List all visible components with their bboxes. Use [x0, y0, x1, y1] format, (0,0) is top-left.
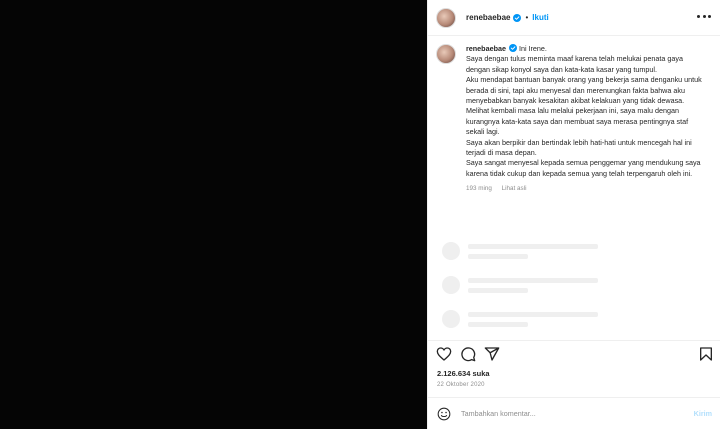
- post-panel: renebaebae • Ikuti renebaebae Ini Irene.…: [427, 0, 720, 429]
- post-comment-button[interactable]: Kirim: [694, 409, 712, 418]
- avatar[interactable]: [436, 7, 456, 28]
- share-icon[interactable]: [484, 346, 500, 362]
- caption-meta: 193 ming Lihat asli: [466, 185, 706, 192]
- verified-badge-icon: [513, 13, 522, 22]
- post-date: 22 Oktober 2020: [437, 382, 485, 388]
- comment-loading-placeholder: [442, 242, 702, 260]
- caption-body: renebaebae Ini Irene. Saya dengan tulus …: [466, 44, 706, 192]
- post-age[interactable]: 193 ming: [466, 185, 492, 192]
- comment-loading-placeholder: [442, 276, 702, 294]
- heart-icon[interactable]: [436, 346, 452, 362]
- header-username[interactable]: renebaebae: [466, 13, 510, 22]
- emoji-icon[interactable]: [437, 407, 451, 421]
- separator-dot: •: [525, 13, 529, 22]
- more-options-icon[interactable]: [697, 13, 711, 19]
- like-count[interactable]: 2.126.634 suka: [437, 369, 490, 378]
- caption-avatar[interactable]: [436, 44, 456, 64]
- caption-text: renebaebae Ini Irene. Saya dengan tulus …: [466, 44, 706, 179]
- comment-icon[interactable]: [460, 346, 476, 362]
- verified-badge-icon: [508, 44, 517, 52]
- comment-bar: Kirim: [428, 397, 720, 429]
- caption: renebaebae Ini Irene. Saya dengan tulus …: [436, 44, 713, 192]
- caption-username[interactable]: renebaebae: [466, 44, 506, 53]
- comment-loading-placeholder: [442, 310, 702, 328]
- post-media[interactable]: [0, 0, 427, 429]
- post-header: renebaebae • Ikuti: [428, 0, 720, 36]
- see-original-link[interactable]: Lihat asli: [502, 185, 527, 192]
- bookmark-icon[interactable]: [698, 346, 714, 362]
- caption-message: Ini Irene. Saya dengan tulus meminta maa…: [466, 44, 702, 178]
- follow-button[interactable]: Ikuti: [532, 13, 548, 22]
- comment-input[interactable]: [461, 409, 694, 418]
- action-bar: [428, 340, 720, 366]
